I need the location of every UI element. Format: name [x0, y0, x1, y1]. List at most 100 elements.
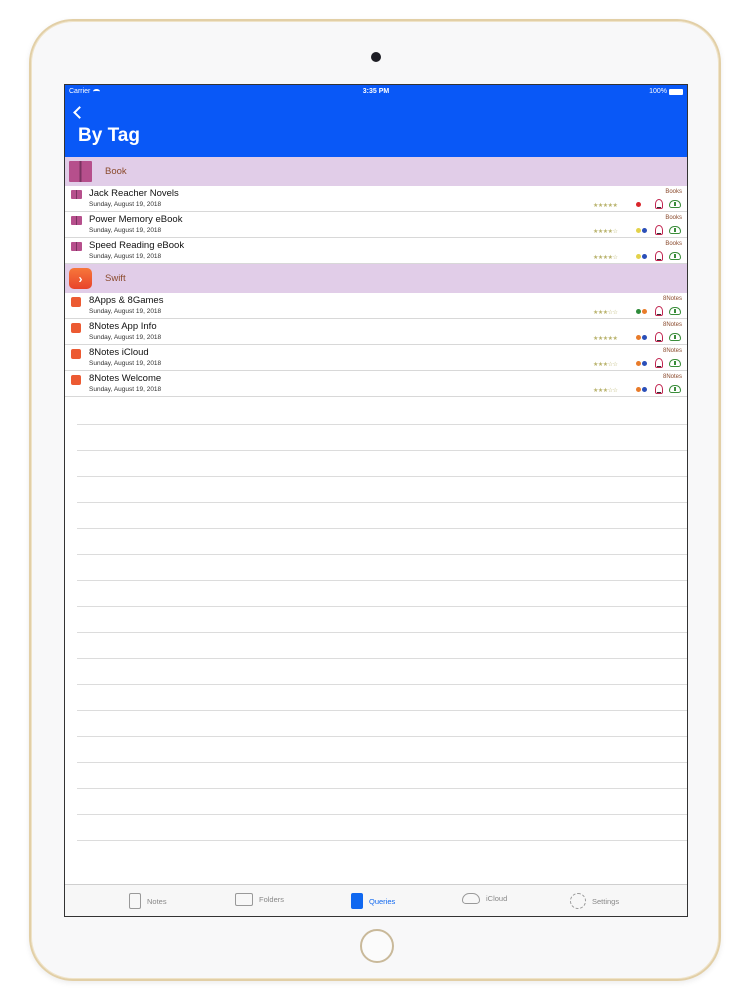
empty-row: [77, 425, 687, 451]
color-dots: [636, 309, 647, 314]
reminder-icon[interactable]: [655, 384, 663, 394]
tab-notes[interactable]: Notes: [129, 893, 167, 909]
empty-row: [77, 633, 687, 659]
cloud-upload-icon[interactable]: [669, 307, 681, 315]
screen: Carrier 3:35 PM 100% By Tag Book Jack Re…: [64, 84, 688, 917]
color-dot: [636, 202, 641, 207]
color-dots: [636, 361, 647, 366]
list-item[interactable]: 8Notes iCloud Sunday, August 19, 2018 8N…: [65, 345, 687, 371]
home-button[interactable]: [360, 929, 394, 963]
note-date: Sunday, August 19, 2018: [89, 253, 162, 260]
note-title: Speed Reading eBook: [89, 240, 185, 251]
section-header-book: Book: [65, 157, 687, 186]
battery-group: 100%: [649, 88, 683, 95]
swift-icon: [71, 323, 81, 333]
tab-label: Queries: [369, 896, 396, 906]
rating-stars: ★★★☆☆: [593, 310, 618, 316]
reminder-icon[interactable]: [655, 225, 663, 235]
swift-icon: ›: [69, 268, 92, 289]
tab-bar: Notes Folders Queries iCloud Settings: [65, 884, 687, 916]
note-tag: Books: [665, 215, 682, 221]
reminder-icon[interactable]: [655, 358, 663, 368]
cloud-upload-icon[interactable]: [669, 226, 681, 234]
status-time: 3:35 PM: [362, 88, 390, 95]
cloud-upload-icon[interactable]: [669, 200, 681, 208]
note-tag: 8Notes: [662, 374, 682, 380]
color-dots: [636, 228, 647, 233]
empty-row: [77, 763, 687, 789]
color-dots: [636, 202, 641, 207]
note-date: Sunday, August 19, 2018: [89, 386, 162, 393]
reminder-icon[interactable]: [655, 306, 663, 316]
empty-row: [77, 477, 687, 503]
color-dot: [636, 309, 641, 314]
list-item[interactable]: Speed Reading eBook Sunday, August 19, 2…: [65, 238, 687, 264]
section-label: Swift: [105, 273, 126, 284]
note-tag: 8Notes: [662, 322, 682, 328]
empty-row: [77, 451, 687, 477]
color-dot: [636, 254, 641, 259]
note-title: 8Notes iCloud: [89, 347, 149, 358]
tab-queries[interactable]: Queries: [351, 893, 395, 909]
swift-icon: [71, 297, 81, 307]
camera: [371, 52, 381, 62]
tag-list: Book Jack Reacher Novels Sunday, August …: [65, 157, 687, 397]
color-dot: [642, 335, 647, 340]
folders-icon: [235, 893, 253, 906]
book-icon: [71, 190, 82, 199]
rating-stars: ★★★☆☆: [593, 362, 618, 368]
note-date: Sunday, August 19, 2018: [89, 308, 162, 315]
note-date: Sunday, August 19, 2018: [89, 201, 162, 208]
section-header-swift: › Swift: [65, 264, 687, 293]
notes-icon: [129, 893, 141, 909]
empty-row: [77, 659, 687, 685]
note-tag: Books: [665, 241, 682, 247]
color-dots: [636, 335, 647, 340]
empty-row: [77, 503, 687, 529]
queries-icon: [351, 893, 363, 909]
list-item[interactable]: 8Notes Welcome Sunday, August 19, 2018 8…: [65, 371, 687, 397]
book-icon: [71, 216, 82, 225]
book-icon: [69, 161, 92, 182]
reminder-icon[interactable]: [655, 332, 663, 342]
list-item[interactable]: 8Notes App Info Sunday, August 19, 2018 …: [65, 319, 687, 345]
cloud-upload-icon[interactable]: [669, 385, 681, 393]
rating-stars: ★★★★★: [593, 203, 618, 209]
empty-row: [77, 581, 687, 607]
tab-folders[interactable]: Folders: [235, 893, 284, 906]
empty-row: [77, 737, 687, 763]
back-button[interactable]: [71, 105, 87, 121]
list-item[interactable]: Jack Reacher Novels Sunday, August 19, 2…: [65, 186, 687, 212]
empty-row: [77, 815, 687, 841]
cloud-upload-icon[interactable]: [669, 359, 681, 367]
note-date: Sunday, August 19, 2018: [89, 227, 162, 234]
note-title: 8Apps & 8Games: [89, 295, 164, 306]
list-item[interactable]: 8Apps & 8Games Sunday, August 19, 2018 8…: [65, 293, 687, 319]
tab-settings[interactable]: Settings: [570, 893, 619, 909]
color-dot: [636, 387, 641, 392]
page-title: By Tag: [78, 125, 140, 146]
empty-row: [77, 555, 687, 581]
note-title: Power Memory eBook: [89, 214, 183, 225]
section-label: Book: [105, 166, 127, 177]
empty-row: [77, 711, 687, 737]
empty-rows: [77, 399, 687, 841]
color-dot: [642, 387, 647, 392]
note-title: 8Notes App Info: [89, 321, 157, 332]
status-bar: Carrier 3:35 PM 100%: [65, 85, 687, 99]
empty-row: [77, 685, 687, 711]
color-dot: [642, 361, 647, 366]
reminder-icon[interactable]: [655, 199, 663, 209]
list-item[interactable]: Power Memory eBook Sunday, August 19, 20…: [65, 212, 687, 238]
reminder-icon[interactable]: [655, 251, 663, 261]
note-tag: 8Notes: [662, 296, 682, 302]
settings-icon: [570, 893, 586, 909]
tab-label: Notes: [147, 896, 167, 906]
book-icon: [71, 242, 82, 251]
cloud-upload-icon[interactable]: [669, 333, 681, 341]
note-title: 8Notes Welcome: [89, 373, 162, 384]
tab-icloud[interactable]: iCloud: [462, 893, 507, 904]
color-dot: [642, 254, 647, 259]
cloud-upload-icon[interactable]: [669, 252, 681, 260]
color-dot: [636, 228, 641, 233]
